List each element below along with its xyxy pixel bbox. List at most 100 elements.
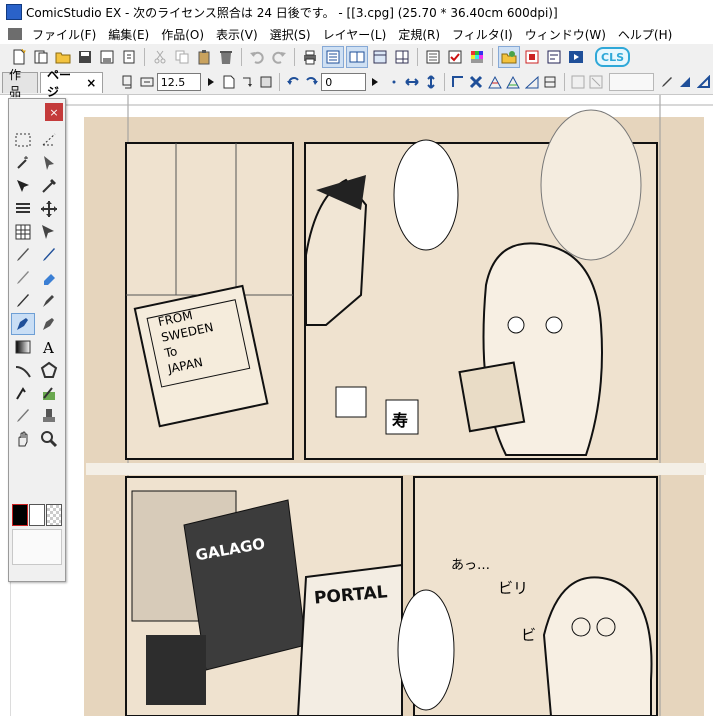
guide-lock-icon[interactable] <box>542 73 558 91</box>
drawing-color-black[interactable] <box>12 504 28 526</box>
drawing-color-transparent[interactable] <box>46 504 62 526</box>
fill-pen-icon[interactable] <box>11 313 35 335</box>
triangle-ruler-icon[interactable] <box>677 73 693 91</box>
menu-edit[interactable]: 編集(E) <box>102 26 155 43</box>
export-icon[interactable] <box>119 47 139 67</box>
paste-icon[interactable] <box>194 47 214 67</box>
tone-icon[interactable] <box>37 382 61 404</box>
selection-clear-icon[interactable] <box>588 73 604 91</box>
rotation-input[interactable]: 0 <box>321 73 366 91</box>
delete-icon[interactable] <box>216 47 236 67</box>
menu-file[interactable]: ファイル(F) <box>26 26 102 43</box>
hand-icon[interactable] <box>11 428 35 450</box>
curve-icon[interactable] <box>11 359 35 381</box>
pen-icon[interactable] <box>659 73 675 91</box>
layer-palette-icon[interactable] <box>423 47 443 67</box>
color-palette-icon[interactable] <box>467 47 487 67</box>
ruler-icon[interactable] <box>450 73 466 91</box>
magic-wand-icon[interactable] <box>11 152 35 174</box>
pencil-icon[interactable] <box>11 267 35 289</box>
clip-studio-logo[interactable]: CLS <box>595 47 631 67</box>
marker-icon[interactable] <box>11 290 35 312</box>
spread-view-icon[interactable] <box>346 46 368 68</box>
flip-horizontal-icon[interactable] <box>404 73 420 91</box>
snap-icon[interactable] <box>468 73 484 91</box>
rotate-right-icon[interactable] <box>304 73 320 91</box>
polygon-icon[interactable] <box>37 359 61 381</box>
tone-scrape-icon[interactable] <box>11 405 35 427</box>
menu-window[interactable]: ウィンドウ(W) <box>519 26 612 43</box>
save-icon[interactable] <box>75 47 95 67</box>
rect-select-icon[interactable] <box>11 129 35 151</box>
fit-page-icon[interactable] <box>121 73 137 91</box>
save-as-icon[interactable] <box>97 47 117 67</box>
menu-filter[interactable]: フィルタ(I) <box>446 26 519 43</box>
reset-rotation-icon[interactable] <box>385 73 401 91</box>
document-menu-icon[interactable] <box>8 28 22 40</box>
copy-icon[interactable] <box>172 47 192 67</box>
calligraphy-icon[interactable] <box>37 290 61 312</box>
redo-icon[interactable] <box>269 47 289 67</box>
rotate-left-icon[interactable] <box>285 73 301 91</box>
tab-page[interactable]: ページ × <box>39 68 104 99</box>
lasso-select-icon[interactable] <box>37 129 61 151</box>
flip-vertical-icon[interactable] <box>422 73 438 91</box>
drawing-color-white[interactable] <box>29 504 45 526</box>
properties-icon[interactable] <box>544 47 564 67</box>
title-bar: ComicStudio EX - 次のライセンス照合は 24 日後です。 - [… <box>0 0 713 24</box>
special-ruler-icon[interactable] <box>524 73 540 91</box>
page-canvas[interactable]: FROM SWEDEN To JAPAN 寿 GALAGO PORTAL あっ…… <box>66 95 713 716</box>
pen-tool-icon[interactable] <box>37 244 61 266</box>
move-icon[interactable] <box>37 198 61 220</box>
pattern-pen-icon[interactable] <box>37 313 61 335</box>
selection-mode-select[interactable] <box>609 73 654 91</box>
print-icon[interactable] <box>300 47 320 67</box>
transform-icon[interactable] <box>37 221 61 243</box>
eraser-icon[interactable] <box>37 267 61 289</box>
ruler-view-icon[interactable] <box>370 47 390 67</box>
cut-icon[interactable] <box>150 47 170 67</box>
guide-icon[interactable] <box>392 47 412 67</box>
corner-ruler-icon[interactable] <box>696 73 712 91</box>
grid-snap-icon[interactable] <box>505 73 521 91</box>
text-icon[interactable]: A <box>37 336 61 358</box>
undo-icon[interactable] <box>247 47 267 67</box>
zoom-input[interactable]: 12.5 <box>156 73 202 91</box>
grid-icon[interactable] <box>11 221 35 243</box>
page-size-icon[interactable] <box>221 73 237 91</box>
new-work-icon[interactable] <box>31 47 51 67</box>
material-palette-icon[interactable] <box>498 46 520 68</box>
zoom-dropdown-icon[interactable] <box>202 73 218 91</box>
gradient-icon[interactable] <box>11 336 35 358</box>
menu-select[interactable]: 選択(S) <box>264 26 317 43</box>
play-icon[interactable] <box>566 47 586 67</box>
page-edit-icon[interactable] <box>258 73 274 91</box>
layer-select-icon[interactable] <box>11 175 35 197</box>
tab-close-button[interactable]: × <box>86 76 96 90</box>
selection-output-icon[interactable] <box>570 73 586 91</box>
brush-icon[interactable] <box>11 244 35 266</box>
palette-close-button[interactable]: × <box>45 103 63 121</box>
zoom-minus-icon[interactable] <box>139 73 155 91</box>
perspective-icon[interactable] <box>487 73 503 91</box>
tool-palette[interactable]: × A <box>8 98 66 582</box>
stamp-icon[interactable] <box>37 405 61 427</box>
menu-layer[interactable]: レイヤー(L) <box>317 26 393 43</box>
check-palette-icon[interactable] <box>445 47 465 67</box>
menu-view[interactable]: 表示(V) <box>210 26 264 43</box>
menu-work[interactable]: 作品(O) <box>155 26 210 43</box>
zoom-icon[interactable] <box>37 428 61 450</box>
tab-work[interactable]: 作品 <box>2 68 38 99</box>
flip-icon[interactable] <box>239 73 255 91</box>
open-icon[interactable] <box>53 47 73 67</box>
page-view-icon[interactable] <box>322 46 344 68</box>
menu-ruler[interactable]: 定規(R) <box>392 26 446 43</box>
dropper-icon[interactable] <box>37 175 61 197</box>
menu-help[interactable]: ヘルプ(H) <box>612 26 678 43</box>
new-file-icon[interactable] <box>9 47 29 67</box>
rotation-dropdown-icon[interactable] <box>367 73 383 91</box>
navigator-icon[interactable] <box>522 47 542 67</box>
object-select-icon[interactable] <box>37 152 61 174</box>
horizontal-lines-icon[interactable] <box>11 198 35 220</box>
balloon-icon[interactable] <box>11 382 35 404</box>
